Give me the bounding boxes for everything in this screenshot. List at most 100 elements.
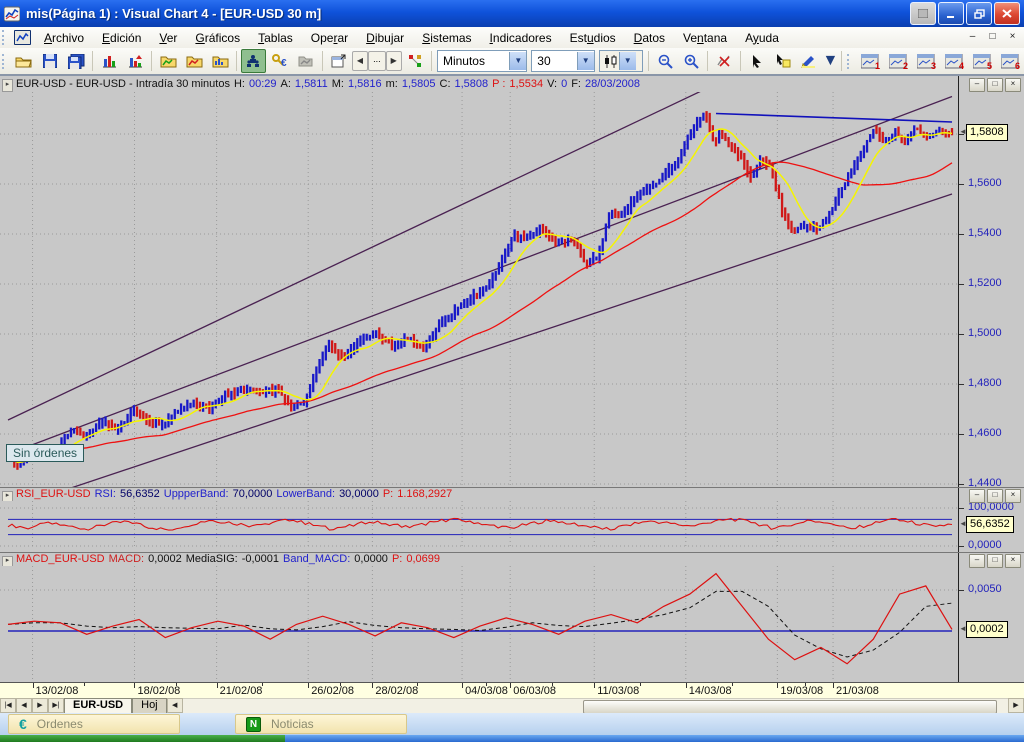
horizontal-scrollbar[interactable] — [183, 698, 1008, 713]
key-euro-icon[interactable]: € — [268, 49, 292, 73]
cursor-note-icon[interactable] — [771, 49, 795, 73]
panel-restore-button[interactable]: □ — [987, 489, 1003, 503]
interval-type-combo[interactable]: Minutos▼ — [437, 50, 527, 72]
menu-item-datos[interactable]: Datos — [625, 29, 674, 47]
save-all-icon[interactable] — [64, 49, 88, 73]
new-chart-folder-icon[interactable] — [156, 49, 180, 73]
chevron-down-icon[interactable]: ▼ — [822, 52, 838, 70]
header-field: LowerBand: — [276, 488, 335, 500]
panel-restore-button[interactable]: □ — [987, 78, 1003, 92]
chart-cross-icon[interactable] — [712, 49, 736, 73]
menu-grip[interactable] — [2, 30, 9, 45]
chevron-down-icon[interactable]: ▼ — [577, 52, 594, 70]
toolbar-grip[interactable] — [2, 54, 9, 69]
panel-minimize-button[interactable]: – — [969, 554, 985, 568]
menu-item-archivo[interactable]: Archivo — [35, 29, 93, 47]
menu-item-estudios[interactable]: Estudios — [561, 29, 625, 47]
child-close-button[interactable]: × — [1004, 30, 1021, 45]
ellipsis-icon[interactable]: ... — [368, 51, 385, 71]
panel-close-button[interactable]: × — [1005, 489, 1021, 503]
interval-value-combo[interactable]: 30▼ — [531, 50, 594, 72]
tab-eur-usd[interactable]: EUR-USD — [64, 698, 132, 713]
orders-button[interactable]: € Ordenes — [8, 714, 180, 734]
chart-folder-red-icon[interactable] — [182, 49, 206, 73]
chart-gray-icon[interactable] — [294, 49, 318, 73]
shade-button[interactable] — [910, 2, 936, 25]
open-folder-icon[interactable] — [12, 49, 36, 73]
minimize-button[interactable] — [938, 2, 964, 25]
menu-item-sistemas[interactable]: Sistemas — [413, 29, 480, 47]
date-minor-tick — [84, 683, 85, 686]
panel-minimize-button[interactable]: – — [969, 78, 985, 92]
menu-item-edición[interactable]: Edición — [93, 29, 150, 47]
properties-icon[interactable] — [327, 49, 351, 73]
next-icon[interactable]: ▶ — [386, 51, 402, 71]
panel-close-button[interactable]: × — [1005, 554, 1021, 568]
header-field: RSI_EUR-USD — [16, 488, 91, 500]
template-6-button[interactable]: 6 — [997, 49, 1023, 73]
tab-scroll-left-button[interactable]: ◀ — [167, 698, 183, 713]
date-label: 21/03/08 — [836, 685, 879, 697]
zoom-out-icon[interactable] — [653, 49, 677, 73]
menu-item-ayuda[interactable]: Ayuda — [736, 29, 788, 47]
cursor-icon[interactable] — [745, 49, 769, 73]
menu-item-ventana[interactable]: Ventana — [674, 29, 736, 47]
header-field: 1,5805 — [402, 78, 436, 90]
template-5-button[interactable]: 5 — [969, 49, 995, 73]
macd-axis[interactable]: 0,0050◄0,0002 — [958, 553, 1024, 683]
chevron-down-icon[interactable]: ▼ — [619, 52, 636, 70]
menu-item-indicadores[interactable]: Indicadores — [481, 29, 561, 47]
child-minimize-button[interactable]: – — [964, 30, 981, 45]
rsi-plot[interactable] — [0, 501, 958, 549]
news-button[interactable]: N Noticias — [235, 714, 407, 734]
menu-item-gráficos[interactable]: Gráficos — [186, 29, 249, 47]
panel-restore-button[interactable]: □ — [987, 554, 1003, 568]
price-axis[interactable]: 1,58001,56001,54001,52001,50001,48001,46… — [958, 76, 1024, 487]
chevron-down-icon[interactable]: ▼ — [509, 52, 526, 70]
panel-close-button[interactable]: × — [1005, 78, 1021, 92]
template-3-button[interactable]: 3 — [913, 49, 939, 73]
network-users-icon[interactable] — [241, 49, 265, 73]
restore-button[interactable] — [966, 2, 992, 25]
prev-icon[interactable]: ◀ — [352, 51, 368, 71]
tab-last-button[interactable]: ▶| — [48, 698, 64, 713]
template-1-button[interactable]: 1 — [857, 49, 883, 73]
close-button[interactable] — [994, 2, 1020, 25]
tab-hoj[interactable]: Hoj — [132, 698, 167, 713]
scroll-right-button[interactable]: ▶ — [1008, 698, 1024, 713]
panel-grip-icon[interactable]: ▸ — [2, 79, 13, 92]
highlighter-icon[interactable] — [797, 49, 821, 73]
menu-item-operar[interactable]: Operar — [302, 29, 357, 47]
scrollbar-thumb[interactable] — [583, 700, 997, 714]
date-label: 21/02/08 — [220, 685, 263, 697]
chart-bars-down-icon[interactable] — [123, 49, 147, 73]
toolbar-grip-2[interactable] — [847, 54, 854, 69]
price-plot[interactable] — [0, 92, 958, 487]
chart-bars-icon[interactable] — [97, 49, 121, 73]
menu-item-tablas[interactable]: Tablas — [249, 29, 302, 47]
chart-type-combo[interactable]: ▼ — [599, 50, 643, 72]
macd-plot[interactable] — [0, 566, 958, 683]
macd-tick-label: 0,0050 — [968, 583, 1002, 595]
header-field: RSI: — [95, 488, 116, 500]
template-number: 2 — [903, 61, 908, 71]
nodes-icon[interactable] — [403, 49, 427, 73]
save-icon[interactable] — [38, 49, 62, 73]
menu-item-ver[interactable]: Ver — [150, 29, 186, 47]
date-axis[interactable]: 13/02/0818/02/0821/02/0826/02/0828/02/08… — [0, 682, 1024, 698]
template-2-button[interactable]: 2 — [885, 49, 911, 73]
template-number: 6 — [1015, 61, 1020, 71]
menu-item-dibujar[interactable]: Dibujar — [357, 29, 413, 47]
header-field: 56,6352 — [120, 488, 160, 500]
child-restore-button[interactable]: □ — [984, 30, 1001, 45]
panel-minimize-button[interactable]: – — [969, 489, 985, 503]
tab-next-button[interactable]: ▶ — [32, 698, 48, 713]
chart-folder-blue-icon[interactable] — [208, 49, 232, 73]
header-field: m: — [386, 78, 398, 90]
zoom-in-icon[interactable] — [679, 49, 703, 73]
tab-first-button[interactable]: |◀ — [0, 698, 16, 713]
template-4-button[interactable]: 4 — [941, 49, 967, 73]
title-bar[interactable]: mis(Página 1) : Visual Chart 4 - [EUR-US… — [0, 0, 1024, 27]
date-label: 19/03/08 — [780, 685, 823, 697]
tab-prev-button[interactable]: ◀ — [16, 698, 32, 713]
